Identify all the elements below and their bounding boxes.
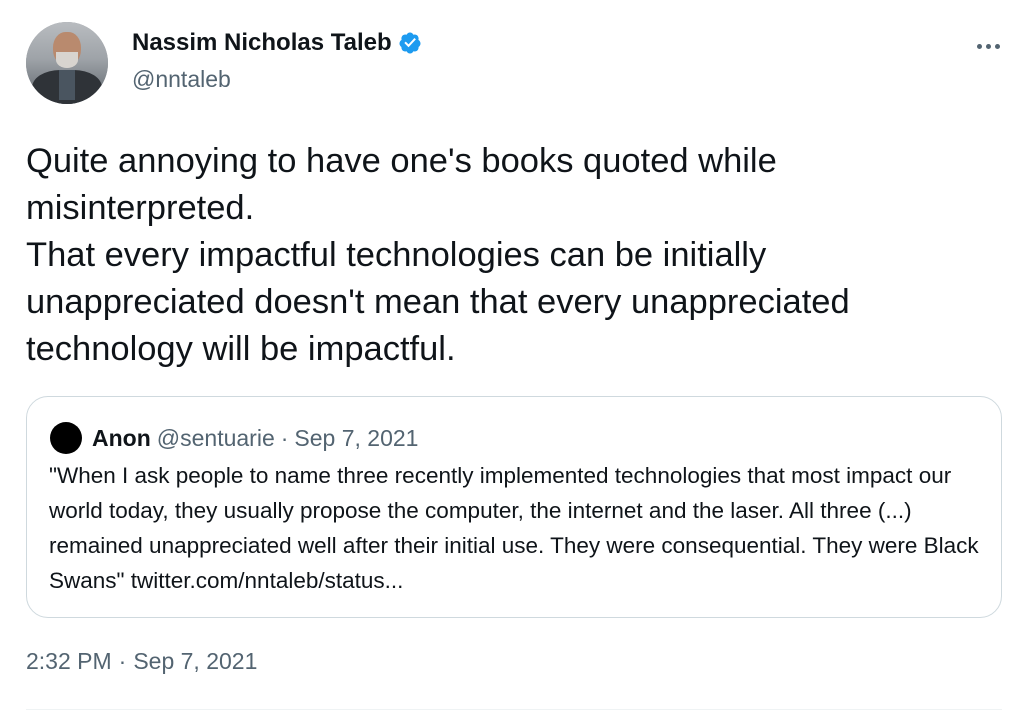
- more-dot-icon: [976, 43, 982, 49]
- quoted-author-avatar: [50, 422, 82, 454]
- quoted-tweet-text: "When I ask people to name three recentl…: [49, 463, 979, 593]
- tweet-time: 2:32 PM: [26, 648, 112, 674]
- quoted-author-handle: @sentuarie: [156, 424, 275, 451]
- quoted-date: Sep 7, 2021: [294, 424, 419, 451]
- quoted-tweet-card[interactable]: Anon @sentuarie · Sep 7, 2021 "When I as…: [26, 396, 1002, 618]
- timestamp-separator: ·: [118, 648, 127, 674]
- author-display-name[interactable]: Nassim Nicholas Taleb: [132, 29, 392, 57]
- more-dot-icon: [985, 43, 991, 49]
- more-options-button[interactable]: [970, 34, 1006, 58]
- quoted-tweet-header: Anon @sentuarie · Sep 7, 2021: [50, 422, 419, 454]
- verified-badge-icon: [399, 32, 421, 54]
- tweet-header: Nassim Nicholas Taleb @nntaleb: [26, 22, 1006, 106]
- quoted-author-name: Anon: [92, 424, 151, 451]
- tweet-timestamp[interactable]: 2:32 PM · Sep 7, 2021: [26, 648, 257, 675]
- tweet-text: Quite annoying to have one's books quote…: [26, 142, 850, 368]
- more-dot-icon: [994, 43, 1000, 49]
- quoted-separator: ·: [280, 424, 289, 451]
- author-handle[interactable]: @nntaleb: [132, 66, 231, 93]
- author-avatar[interactable]: [26, 22, 108, 104]
- divider: [26, 709, 1002, 710]
- author-name-line: Nassim Nicholas Taleb: [132, 28, 422, 58]
- tweet-date: Sep 7, 2021: [133, 648, 258, 674]
